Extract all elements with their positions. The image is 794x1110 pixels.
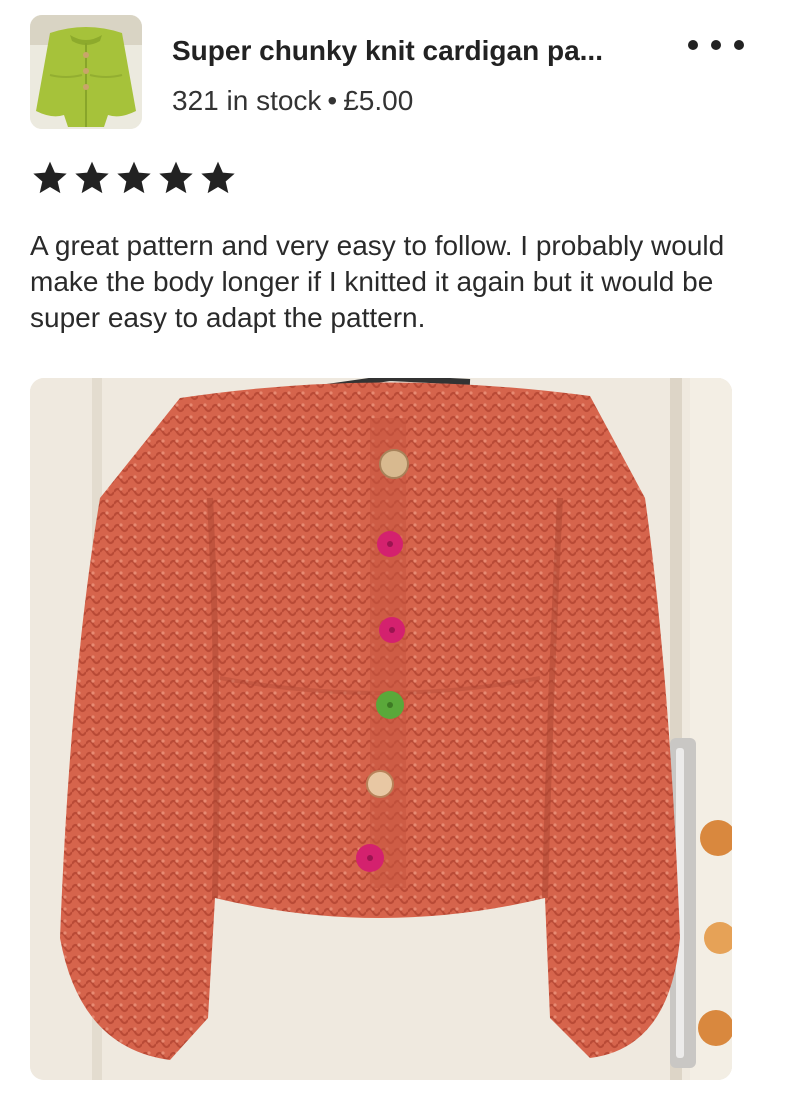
star-icon <box>201 161 235 194</box>
star-rating <box>30 158 238 198</box>
star-icon <box>33 161 67 194</box>
more-dot <box>734 40 744 50</box>
star-icon <box>159 161 193 194</box>
meta-separator: • <box>327 85 338 116</box>
review-photo[interactable] <box>30 378 732 1080</box>
cardigan-thumbnail-image <box>30 15 142 129</box>
stock-count: 321 in stock <box>172 85 322 116</box>
star-icon <box>75 161 109 194</box>
more-dot <box>711 40 721 50</box>
more-options-icon[interactable] <box>688 33 744 57</box>
listing-title[interactable]: Super chunky knit cardigan pa... <box>172 35 692 67</box>
knit-cardigan-photo <box>30 378 732 1080</box>
listing-price: £5.00 <box>343 85 414 116</box>
review-text: A great pattern and very easy to follow.… <box>30 230 725 333</box>
listing-meta: 321 in stock • £5.00 <box>172 85 413 117</box>
listing-header[interactable]: Super chunky knit cardigan pa... 321 in … <box>30 15 770 133</box>
more-dot <box>688 40 698 50</box>
star-icon <box>117 161 151 194</box>
listing-thumbnail[interactable] <box>30 15 142 129</box>
